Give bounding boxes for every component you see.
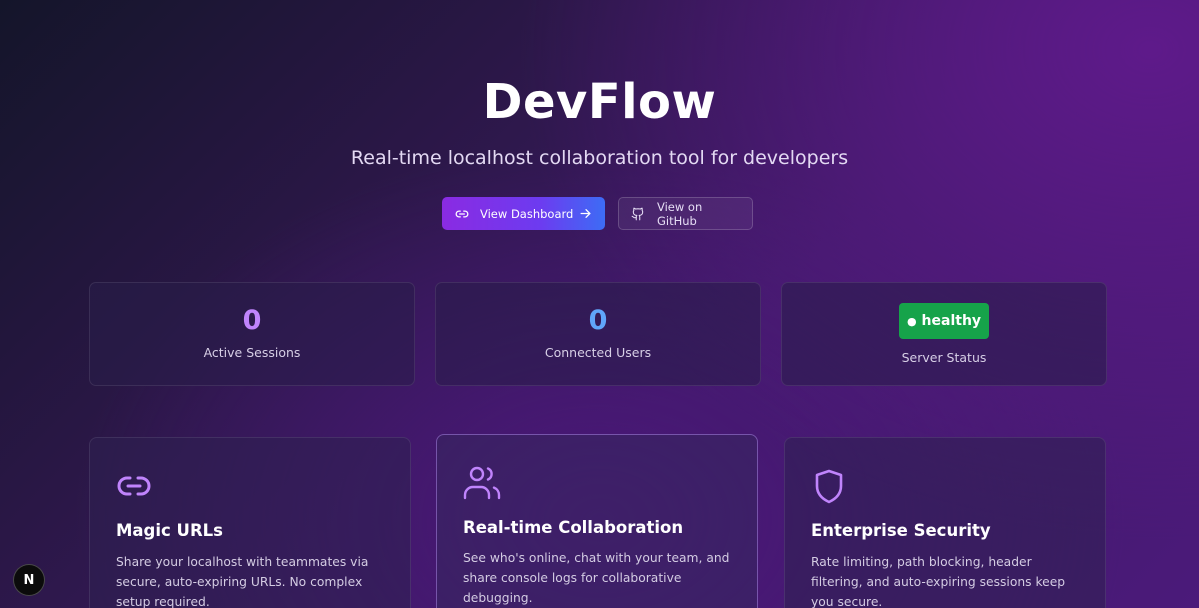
feature-description: Share your localhost with teammates via … (116, 555, 369, 608)
view-on-github-button[interactable]: View on GitHub (618, 197, 753, 230)
feature-title: Real-time Collaboration (463, 518, 684, 537)
shield-icon (810, 468, 850, 504)
nextjs-dev-badge[interactable]: N (13, 564, 45, 596)
connected-users-label: Connected Users (544, 345, 652, 360)
page-title: DevFlow (482, 74, 717, 130)
server-status-badge: ● healthy (899, 303, 989, 339)
server-status-badge-text: healthy (921, 313, 982, 329)
connected-users-card: 0 Connected Users (435, 282, 761, 386)
server-status-card: ● healthy Server Status (781, 282, 1107, 386)
link-icon (454, 206, 470, 222)
feature-description: See who's online, chat with your team, a… (463, 551, 730, 605)
connected-users-value: 0 (588, 305, 608, 336)
feature-description: Rate limiting, path blocking, header fil… (811, 555, 1066, 608)
view-dashboard-label: View Dashboard (480, 206, 574, 221)
status-dot-icon: ● (906, 314, 917, 328)
github-icon (631, 206, 646, 222)
server-status-label: Server Status (901, 350, 987, 365)
link-icon (115, 468, 155, 504)
page-subtitle: Real-time localhost collaboration tool f… (350, 147, 849, 169)
feature-title: Enterprise Security (811, 521, 991, 540)
users-icon (462, 465, 502, 501)
view-on-github-label: View on GitHub (656, 199, 703, 228)
feature-card-enterprise-security: Enterprise Security Rate limiting, path … (784, 437, 1106, 608)
active-sessions-value: 0 (242, 305, 262, 336)
active-sessions-card: 0 Active Sessions (89, 282, 415, 386)
feature-card-real-time-collaboration: Real-time Collaboration See who's online… (436, 434, 758, 608)
view-dashboard-button[interactable]: View Dashboard (442, 197, 605, 230)
feature-title: Magic URLs (116, 521, 223, 540)
active-sessions-label: Active Sessions (203, 345, 301, 360)
arrow-right-icon (577, 206, 593, 222)
nextjs-icon: N (23, 572, 35, 588)
feature-card-magic-urls: Magic URLs Share your localhost with tea… (89, 437, 411, 608)
